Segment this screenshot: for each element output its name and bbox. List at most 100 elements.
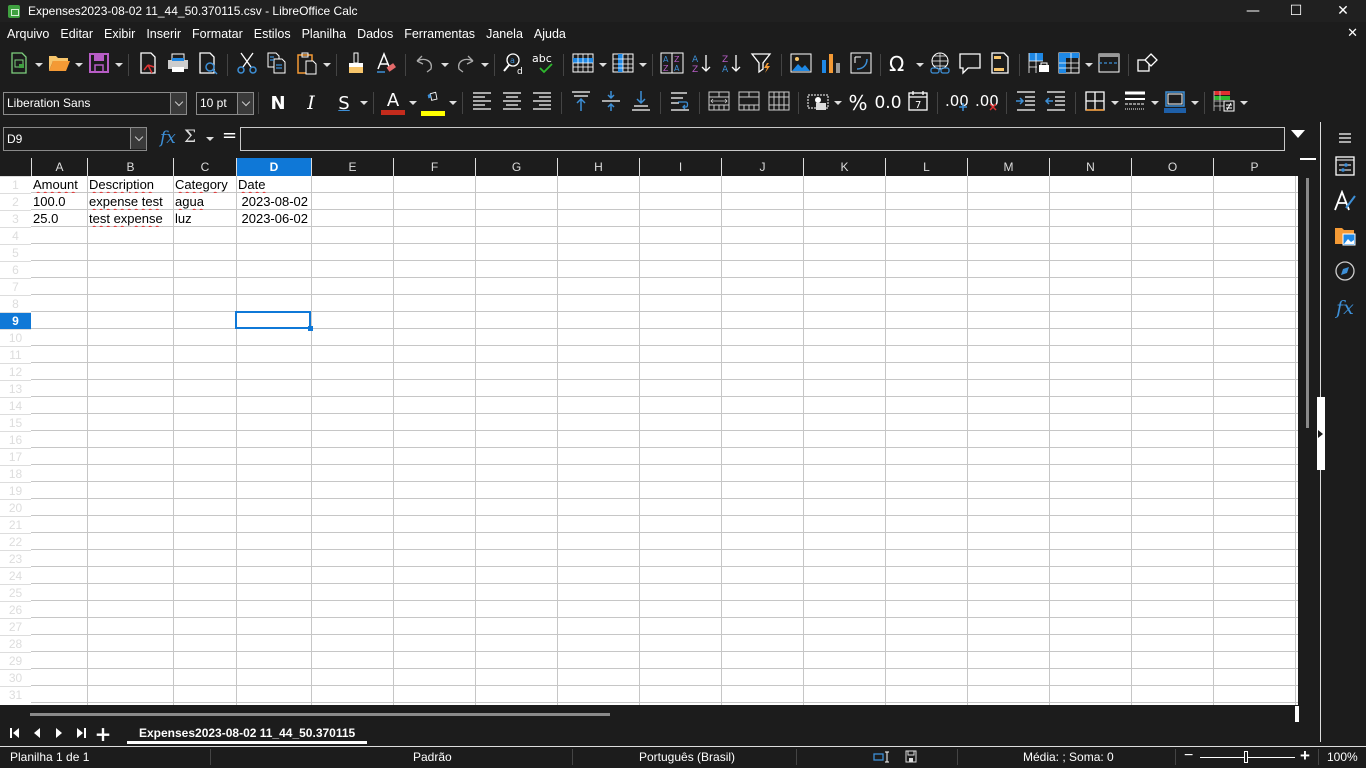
split-window-button[interactable] [1094,50,1124,80]
unmerge-cells-button[interactable] [764,88,794,118]
row-header-25[interactable]: 25 [0,584,31,601]
horizontal-split-handle[interactable] [1295,706,1299,722]
column-header-l[interactable]: L [885,158,967,176]
row-header-13[interactable]: 13 [0,380,31,397]
language-status[interactable]: Português (Brasil) [639,750,735,764]
pivot-table-button[interactable] [846,50,876,80]
sidebar-styles-button[interactable] [1334,189,1356,214]
conditional-format-dropdown[interactable] [1239,88,1249,118]
sum-dropdown[interactable] [205,127,215,151]
cell-b2[interactable]: expense test [87,193,172,210]
zoom-in-button[interactable]: + [1300,746,1310,766]
underline-button[interactable]: S [329,88,359,118]
column-header-a[interactable]: A [31,158,87,176]
new-button[interactable] [4,50,34,80]
currency-format-button[interactable] [803,88,833,118]
page-style[interactable]: Padrão [413,750,452,764]
row-header-30[interactable]: 30 [0,669,31,686]
minimize-button[interactable]: — [1230,0,1276,22]
date-format-button[interactable]: 7 [903,88,933,118]
cell-c3[interactable]: luz [173,210,235,227]
number-format-button[interactable]: 0.0 [873,88,903,118]
header-footer-button[interactable] [985,50,1015,80]
row-header-26[interactable]: 26 [0,601,31,618]
define-print-area-button[interactable] [1024,50,1054,80]
border-style-dropdown[interactable] [1150,88,1160,118]
close-window-button[interactable]: ✕ [1320,0,1366,22]
cell-d3[interactable]: 2023-06-02 [236,210,310,227]
wrap-text-button[interactable] [665,88,695,118]
zoom-slider-thumb[interactable] [1243,751,1248,763]
row-header-21[interactable]: 21 [0,516,31,533]
undo-dropdown[interactable] [440,50,450,80]
column-header-d[interactable]: D [236,158,311,176]
align-center-button[interactable] [497,88,527,118]
print-button[interactable] [163,50,193,80]
row-header-11[interactable]: 11 [0,346,31,363]
formula-input[interactable] [240,127,1285,151]
open-dropdown[interactable] [74,50,84,80]
row-header-22[interactable]: 22 [0,533,31,550]
center-vertically-button[interactable] [596,88,626,118]
font-color-dropdown[interactable] [408,88,418,118]
row-header-9[interactable]: 9 [0,312,31,329]
freeze-dropdown[interactable] [1084,50,1094,80]
zoom-slider[interactable] [1200,757,1295,758]
menu-planilha[interactable]: Planilha [302,27,346,41]
column-header-h[interactable]: H [557,158,639,176]
menu-arquivo[interactable]: Arquivo [7,27,49,41]
row-header-20[interactable]: 20 [0,499,31,516]
row-header-4[interactable]: 4 [0,227,31,244]
row-header-2[interactable]: 2 [0,193,31,210]
column-header-e[interactable]: E [311,158,393,176]
cell-d1[interactable]: Date [236,176,310,193]
insert-chart-button[interactable] [816,50,846,80]
special-character-button[interactable]: Ω [885,50,915,80]
font-name-dropdown-button[interactable] [170,92,186,114]
column-header-o[interactable]: O [1131,158,1213,176]
column-header-c[interactable]: C [173,158,236,176]
borders-dropdown[interactable] [1110,88,1120,118]
align-top-button[interactable] [566,88,596,118]
add-sheet-button[interactable]: + [92,722,114,746]
copy-button[interactable] [262,50,292,80]
sidebar-properties-button[interactable] [1334,156,1356,179]
first-sheet-button[interactable] [4,723,26,745]
formula-icon[interactable]: = [222,125,237,146]
cell-c2[interactable]: agua [173,193,235,210]
open-button[interactable] [44,50,74,80]
cut-button[interactable] [232,50,262,80]
clear-formatting-button[interactable] [371,50,401,80]
new-dropdown[interactable] [34,50,44,80]
cell-b1[interactable]: Description [87,176,172,193]
column-header-i[interactable]: I [639,158,721,176]
border-color-dropdown[interactable] [1190,88,1200,118]
cell-a2[interactable]: 100.0 [31,193,86,210]
row-header-3[interactable]: 3 [0,210,31,227]
font-color-button[interactable]: A [378,88,408,118]
font-size-combobox[interactable]: 10 pt [196,91,254,115]
paste-button[interactable] [292,50,322,80]
column-button[interactable] [608,50,638,80]
menu-editar[interactable]: Editar [60,27,93,41]
sort-ascending-button[interactable]: AZ [687,50,717,80]
last-sheet-button[interactable] [70,723,92,745]
menu-exibir[interactable]: Exibir [104,27,135,41]
row-dropdown[interactable] [598,50,608,80]
next-sheet-button[interactable] [48,723,70,745]
sidebar-navigator-button[interactable] [1334,261,1356,284]
column-header-m[interactable]: M [967,158,1049,176]
zoom-level[interactable]: 100% [1327,750,1358,764]
cell-d2[interactable]: 2023-08-02 [236,193,310,210]
cell-a3[interactable]: 25.0 [31,210,86,227]
document-modified-icon[interactable] [905,750,917,766]
delete-decimal-button[interactable]: .00 [972,88,1002,118]
row-header-23[interactable]: 23 [0,550,31,567]
find-replace-button[interactable]: ad [499,50,529,80]
align-left-button[interactable] [467,88,497,118]
selection-summary[interactable]: Média: ; Soma: 0 [1023,750,1114,764]
autofill-handle[interactable] [308,326,313,331]
menu-estilos[interactable]: Estilos [254,27,291,41]
row-header-8[interactable]: 8 [0,295,31,312]
borders-button[interactable] [1080,88,1110,118]
